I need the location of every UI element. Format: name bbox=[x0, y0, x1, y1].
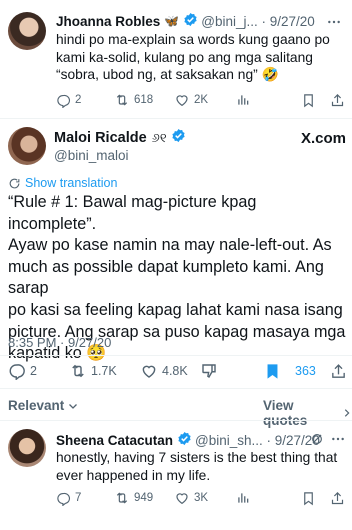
tweet-text: honestly, having 7 sisters is the best t… bbox=[56, 449, 348, 484]
tweet-text: hindi po ma-explain sa words kung gaano … bbox=[56, 31, 348, 84]
timestamp[interactable]: 8:35 PM · 9/27/20 bbox=[8, 335, 111, 350]
reply-button[interactable]: 7 bbox=[56, 491, 81, 506]
like-button[interactable]: 2K bbox=[174, 92, 208, 108]
like-button[interactable]: 3K bbox=[174, 490, 208, 506]
like-count: 4.8K bbox=[162, 364, 188, 378]
divider bbox=[0, 355, 352, 356]
repost-icon bbox=[116, 94, 128, 106]
views-icon bbox=[238, 95, 249, 105]
reply-button[interactable]: 2 bbox=[8, 362, 37, 380]
show-translation-link[interactable]: Show translation bbox=[8, 176, 117, 190]
author-row: Jhoanna Robles 🦋 @bini_j... · 9/27/20 bbox=[56, 12, 315, 30]
reply-icon bbox=[9, 364, 25, 380]
share-button[interactable] bbox=[330, 363, 347, 380]
repost-count: 1.7K bbox=[91, 364, 117, 378]
share-icon bbox=[331, 93, 344, 106]
text-line: “Rule # 1: Bawal mag-picture kpag incomp… bbox=[8, 193, 257, 233]
share-button[interactable] bbox=[330, 93, 345, 108]
text-line: much as possible dapat kumpleto kami. An… bbox=[8, 257, 324, 298]
action-bar: 7 949 3K bbox=[56, 490, 348, 506]
repost-button[interactable]: 618 bbox=[114, 92, 153, 108]
divider bbox=[0, 388, 352, 389]
repost-button[interactable]: 949 bbox=[114, 490, 153, 506]
sort-relevant-dropdown[interactable]: Relevant bbox=[8, 398, 79, 413]
views-button[interactable] bbox=[236, 93, 250, 107]
verified-icon bbox=[177, 431, 192, 449]
author-handle[interactable]: @bini_maloi bbox=[54, 148, 129, 163]
verified-icon bbox=[171, 128, 186, 147]
repost-button[interactable]: 1.7K bbox=[69, 362, 117, 380]
dislike-button[interactable] bbox=[200, 362, 218, 380]
views-icon bbox=[238, 493, 249, 503]
bookmark-button[interactable] bbox=[301, 93, 316, 108]
reply-count: 2 bbox=[30, 364, 37, 378]
bookmark-icon bbox=[304, 491, 313, 505]
text-line: hindi po ma-explain sa words kung gaano … bbox=[56, 32, 330, 47]
like-button[interactable]: 4.8K bbox=[140, 362, 188, 380]
butterfly-emoji: 🦋 bbox=[164, 14, 180, 28]
avatar[interactable] bbox=[8, 12, 46, 50]
action-bar: 2 618 2K bbox=[56, 92, 348, 108]
author-row: Maloi Ricalde ୬୧ bbox=[54, 128, 189, 147]
author-name[interactable]: Maloi Ricalde bbox=[54, 130, 147, 146]
bookmark-button[interactable] bbox=[301, 491, 316, 506]
repost-icon bbox=[72, 364, 84, 378]
reply-count: 2 bbox=[75, 94, 82, 106]
text-line: kami ka-solid, kulang po ang mga salitan… bbox=[56, 49, 313, 65]
translate-icon bbox=[9, 178, 20, 188]
share-icon bbox=[332, 363, 345, 378]
relevant-label: Relevant bbox=[8, 398, 65, 413]
handle-date: @bini_sh... · 9/27/20 bbox=[195, 432, 320, 448]
main-action-bar: 2 1.7K 4.8K 363 bbox=[8, 362, 348, 380]
watermark-text: X.com bbox=[287, 130, 347, 147]
views-button[interactable] bbox=[236, 491, 250, 505]
avatar[interactable] bbox=[8, 127, 46, 165]
bookmark-count: 363 bbox=[295, 364, 316, 378]
author-name[interactable]: Jhoanna Robles bbox=[56, 14, 160, 29]
like-icon bbox=[142, 365, 156, 378]
reply-icon bbox=[57, 492, 71, 506]
text-line: ever happened in my life. bbox=[56, 467, 211, 483]
like-count: 3K bbox=[194, 492, 209, 504]
bookmark-icon bbox=[267, 363, 278, 379]
name-symbol: ୬୧ bbox=[151, 129, 167, 145]
bookmark-button[interactable]: 363 bbox=[264, 363, 316, 380]
author-name[interactable]: Sheena Catacutan bbox=[56, 433, 173, 448]
reply-tweet-bottom[interactable]: Sheena Catacutan @bini_sh... · 9/27/20 h… bbox=[0, 421, 352, 530]
like-icon bbox=[176, 493, 188, 505]
share-icon bbox=[331, 491, 344, 504]
reply-icon bbox=[57, 94, 71, 108]
share-button[interactable] bbox=[330, 491, 345, 506]
text-line: Ayaw po kase namin na may nale-left-out.… bbox=[8, 236, 332, 255]
chevron-down-icon bbox=[69, 403, 78, 409]
verified-icon bbox=[183, 12, 198, 30]
bookmark-icon bbox=[304, 93, 313, 107]
xcom-watermark: X.com bbox=[287, 130, 352, 147]
avatar[interactable] bbox=[8, 429, 46, 467]
like-icon bbox=[176, 95, 188, 107]
dislike-icon bbox=[202, 364, 216, 379]
text-line: “sobra, ubod ng, at saksakan ng” 🤣 bbox=[56, 67, 279, 82]
repost-icon bbox=[116, 492, 128, 504]
translate-label: Show translation bbox=[25, 176, 118, 190]
repost-count: 949 bbox=[134, 492, 154, 504]
author-row: Sheena Catacutan @bini_sh... · 9/27/20 bbox=[56, 431, 320, 449]
reply-button[interactable]: 2 bbox=[56, 93, 81, 108]
reply-count: 7 bbox=[75, 492, 82, 504]
like-count: 2K bbox=[194, 94, 209, 106]
text-line: po kasi sa feeling kapag lahat kami nasa… bbox=[8, 300, 343, 319]
repost-count: 618 bbox=[134, 94, 154, 106]
chevron-right-icon bbox=[344, 409, 350, 417]
text-line: honestly, having 7 sisters is the best t… bbox=[56, 450, 338, 465]
handle-date: @bini_j... · 9/27/20 bbox=[201, 13, 315, 29]
reply-tweet-top[interactable]: Jhoanna Robles 🦋 @bini_j... · 9/27/20 hi… bbox=[0, 0, 352, 118]
